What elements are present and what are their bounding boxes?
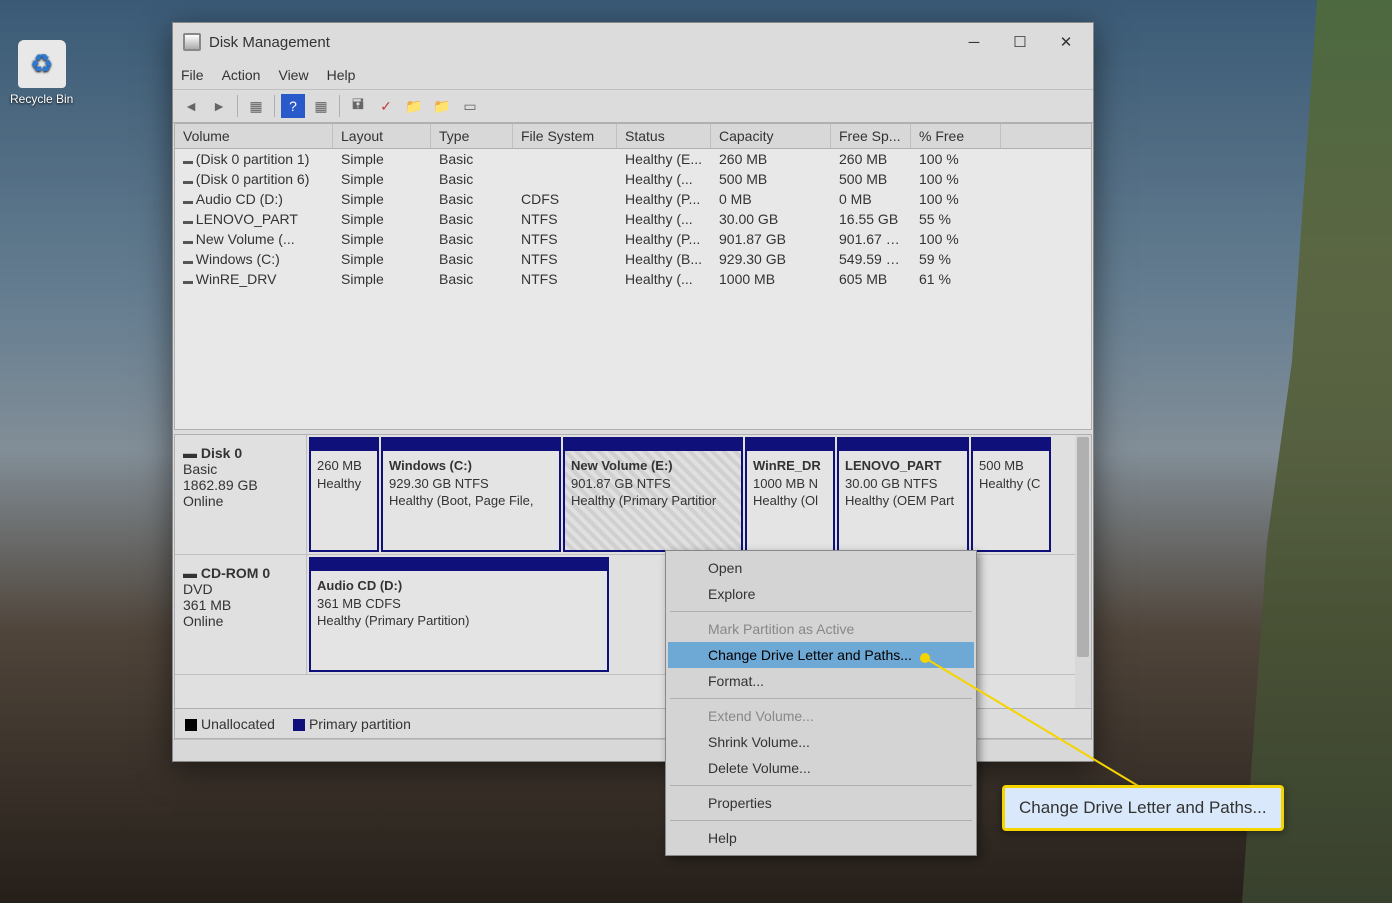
- help-icon[interactable]: ?: [281, 94, 305, 118]
- menubar: File Action View Help: [173, 61, 1093, 89]
- toolbar-btn-3[interactable]: 🖬: [346, 94, 370, 118]
- col-type[interactable]: Type: [431, 124, 513, 148]
- col-pct[interactable]: % Free: [911, 124, 1001, 148]
- toolbar-btn-2[interactable]: ▦: [309, 94, 333, 118]
- disk-label: ▬ CD-ROM 0DVD361 MBOnline: [175, 555, 307, 674]
- context-menu: OpenExploreMark Partition as ActiveChang…: [665, 550, 977, 856]
- callout-text: Change Drive Letter and Paths...: [1019, 798, 1267, 817]
- table-row[interactable]: New Volume (...SimpleBasicNTFSHealthy (P…: [175, 229, 1091, 249]
- recycle-bin-icon: [18, 40, 66, 88]
- col-status[interactable]: Status: [617, 124, 711, 148]
- menu-item[interactable]: Delete Volume...: [668, 755, 974, 781]
- menu-item: Mark Partition as Active: [668, 616, 974, 642]
- callout-box: Change Drive Letter and Paths...: [1002, 785, 1284, 831]
- forward-button[interactable]: ►: [207, 94, 231, 118]
- col-layout[interactable]: Layout: [333, 124, 431, 148]
- volume-table-header: Volume Layout Type File System Status Ca…: [175, 124, 1091, 149]
- col-volume[interactable]: Volume: [175, 124, 333, 148]
- volume-table: Volume Layout Type File System Status Ca…: [174, 123, 1092, 430]
- partition[interactable]: WinRE_DR1000 MB NHealthy (Ol: [745, 437, 835, 552]
- volume-table-body: (Disk 0 partition 1)SimpleBasicHealthy (…: [175, 149, 1091, 429]
- table-row[interactable]: WinRE_DRVSimpleBasicNTFSHealthy (...1000…: [175, 269, 1091, 289]
- app-icon: [183, 33, 201, 51]
- partition[interactable]: Audio CD (D:)361 MB CDFSHealthy (Primary…: [309, 557, 609, 672]
- partition[interactable]: Windows (C:)929.30 GB NTFSHealthy (Boot,…: [381, 437, 561, 552]
- partition[interactable]: 500 MBHealthy (C: [971, 437, 1051, 552]
- menu-item: Extend Volume...: [668, 703, 974, 729]
- disk-row: ▬ Disk 0Basic1862.89 GBOnline260 MBHealt…: [175, 435, 1091, 555]
- toolbar-btn-5[interactable]: 📁: [402, 94, 426, 118]
- table-row[interactable]: Audio CD (D:)SimpleBasicCDFSHealthy (P..…: [175, 189, 1091, 209]
- menu-item[interactable]: Properties: [668, 790, 974, 816]
- toolbar-btn-7[interactable]: ▭: [458, 94, 482, 118]
- menu-item[interactable]: Help: [668, 825, 974, 851]
- desktop: Recycle Bin Disk Management ─ ☐ ✕ File A…: [0, 0, 1392, 903]
- recycle-bin[interactable]: Recycle Bin: [10, 40, 73, 106]
- menu-action[interactable]: Action: [222, 67, 261, 83]
- disk-label: ▬ Disk 0Basic1862.89 GBOnline: [175, 435, 307, 554]
- menu-item[interactable]: Format...: [668, 668, 974, 694]
- col-free[interactable]: Free Sp...: [831, 124, 911, 148]
- partition[interactable]: LENOVO_PART30.00 GB NTFSHealthy (OEM Par…: [837, 437, 969, 552]
- window-title: Disk Management: [209, 34, 951, 51]
- legend-primary: Primary partition: [309, 716, 411, 732]
- partition[interactable]: 260 MBHealthy: [309, 437, 379, 552]
- partition[interactable]: New Volume (E:)901.87 GB NTFSHealthy (Pr…: [563, 437, 743, 552]
- col-fs[interactable]: File System: [513, 124, 617, 148]
- titlebar[interactable]: Disk Management ─ ☐ ✕: [173, 23, 1093, 61]
- menu-file[interactable]: File: [181, 67, 204, 83]
- table-row[interactable]: (Disk 0 partition 1)SimpleBasicHealthy (…: [175, 149, 1091, 169]
- minimize-button[interactable]: ─: [951, 27, 997, 57]
- table-row[interactable]: LENOVO_PARTSimpleBasicNTFSHealthy (...30…: [175, 209, 1091, 229]
- toolbar-btn-6[interactable]: 📁: [430, 94, 454, 118]
- scrollbar-thumb[interactable]: [1077, 437, 1089, 657]
- menu-item[interactable]: Shrink Volume...: [668, 729, 974, 755]
- menu-view[interactable]: View: [278, 67, 308, 83]
- menu-item[interactable]: Explore: [668, 581, 974, 607]
- menu-help[interactable]: Help: [327, 67, 356, 83]
- legend-unallocated: Unallocated: [201, 716, 275, 732]
- callout-dot: [920, 653, 930, 663]
- table-row[interactable]: Windows (C:)SimpleBasicNTFSHealthy (B...…: [175, 249, 1091, 269]
- toolbar: ◄ ► ▦ ? ▦ 🖬 ✓ 📁 📁 ▭: [173, 89, 1093, 123]
- table-row[interactable]: (Disk 0 partition 6)SimpleBasicHealthy (…: [175, 169, 1091, 189]
- maximize-button[interactable]: ☐: [997, 27, 1043, 57]
- scrollbar[interactable]: [1075, 435, 1091, 738]
- recycle-bin-label: Recycle Bin: [10, 92, 73, 106]
- back-button[interactable]: ◄: [179, 94, 203, 118]
- toolbar-btn-1[interactable]: ▦: [244, 94, 268, 118]
- menu-item[interactable]: Open: [668, 555, 974, 581]
- close-button[interactable]: ✕: [1043, 27, 1089, 57]
- toolbar-btn-4[interactable]: ✓: [374, 94, 398, 118]
- col-capacity[interactable]: Capacity: [711, 124, 831, 148]
